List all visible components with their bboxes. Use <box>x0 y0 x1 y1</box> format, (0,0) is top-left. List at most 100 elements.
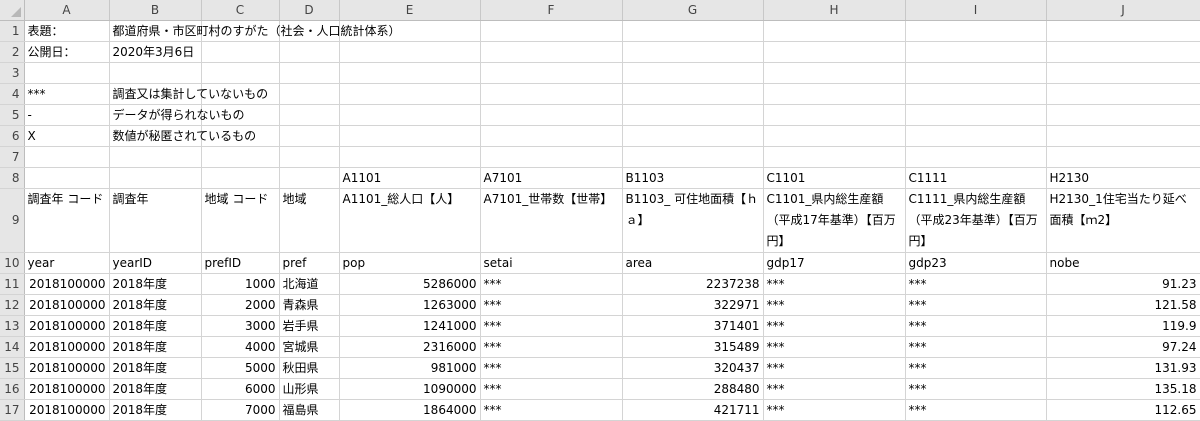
cell-d8[interactable] <box>279 167 340 189</box>
row-header[interactable]: 2 <box>0 41 25 63</box>
cell-b1[interactable]: 都道府県・市区町村のすがた（社会・人口統計体系） <box>109 20 401 42</box>
cell-h8[interactable]: C1101 <box>763 167 906 189</box>
cell-g3[interactable] <box>622 62 764 84</box>
cell-a10[interactable]: year <box>24 252 110 274</box>
cell-i4[interactable] <box>905 83 1047 105</box>
cell-c13[interactable]: 3000 <box>201 315 280 337</box>
cell-e11[interactable]: 5286000 <box>339 273 481 295</box>
row-header[interactable]: 10 <box>0 252 25 274</box>
cell-d15[interactable]: 秋田県 <box>279 357 340 379</box>
cell-d17[interactable]: 福島県 <box>279 399 340 421</box>
cell-g2[interactable] <box>622 41 764 63</box>
cell-g4[interactable] <box>622 83 764 105</box>
cell-j5[interactable] <box>1046 104 1200 126</box>
cell-c11[interactable]: 1000 <box>201 273 280 295</box>
cell-a8[interactable] <box>24 167 110 189</box>
cell-d13[interactable]: 岩手県 <box>279 315 340 337</box>
cell-h3[interactable] <box>763 62 906 84</box>
row-header[interactable]: 7 <box>0 146 25 168</box>
cell-e3[interactable] <box>339 62 481 84</box>
cell-e13[interactable]: 1241000 <box>339 315 481 337</box>
cell-j11[interactable]: 91.23 <box>1046 273 1200 295</box>
cell-g10[interactable]: area <box>622 252 764 274</box>
cell-a14[interactable]: 2018100000 <box>24 336 110 358</box>
cell-f6[interactable] <box>480 125 623 147</box>
cell-a4[interactable]: *** <box>24 83 110 105</box>
cell-f7[interactable] <box>480 146 623 168</box>
cell-f10[interactable]: setai <box>480 252 623 274</box>
cell-f2[interactable] <box>480 41 623 63</box>
column-header-g[interactable]: G <box>622 0 764 21</box>
column-header-c[interactable]: C <box>201 0 280 21</box>
cell-d14[interactable]: 宮城県 <box>279 336 340 358</box>
cell-f16[interactable]: *** <box>480 378 623 400</box>
cell-f5[interactable] <box>480 104 623 126</box>
cell-b3[interactable] <box>109 62 202 84</box>
cell-e6[interactable] <box>339 125 481 147</box>
column-header-j[interactable]: J <box>1046 0 1200 21</box>
cell-c3[interactable] <box>201 62 280 84</box>
cell-a7[interactable] <box>24 146 110 168</box>
cell-a16[interactable]: 2018100000 <box>24 378 110 400</box>
cell-d11[interactable]: 北海道 <box>279 273 340 295</box>
cell-c8[interactable] <box>201 167 280 189</box>
cell-c9[interactable]: 地域 コード <box>201 188 280 253</box>
cell-j16[interactable]: 135.18 <box>1046 378 1200 400</box>
cell-b11[interactable]: 2018年度 <box>109 273 202 295</box>
cell-j14[interactable]: 97.24 <box>1046 336 1200 358</box>
cell-b16[interactable]: 2018年度 <box>109 378 202 400</box>
cell-c14[interactable]: 4000 <box>201 336 280 358</box>
cell-j9[interactable]: H2130_1住宅当たり延べ面積【ｍ2】 <box>1046 188 1200 253</box>
row-header[interactable]: 5 <box>0 104 25 126</box>
cell-g9[interactable]: B1103_ 可住地面積【ｈａ】 <box>622 188 764 253</box>
column-header-b[interactable]: B <box>109 0 202 21</box>
column-header-h[interactable]: H <box>763 0 906 21</box>
cell-h14[interactable]: *** <box>763 336 906 358</box>
cell-g8[interactable]: B1103 <box>622 167 764 189</box>
cell-j12[interactable]: 121.58 <box>1046 294 1200 316</box>
column-header-d[interactable]: D <box>279 0 340 21</box>
cell-d16[interactable]: 山形県 <box>279 378 340 400</box>
cell-d5[interactable] <box>279 104 340 126</box>
cell-d4[interactable] <box>279 83 340 105</box>
cell-g11[interactable]: 2237238 <box>622 273 764 295</box>
cell-d3[interactable] <box>279 62 340 84</box>
column-header-a[interactable]: A <box>24 0 110 21</box>
cell-a12[interactable]: 2018100000 <box>24 294 110 316</box>
row-header[interactable]: 6 <box>0 125 25 147</box>
cell-a17[interactable]: 2018100000 <box>24 399 110 421</box>
cell-f4[interactable] <box>480 83 623 105</box>
cell-a15[interactable]: 2018100000 <box>24 357 110 379</box>
cell-b9[interactable]: 調査年 <box>109 188 202 253</box>
cell-d10[interactable]: pref <box>279 252 340 274</box>
cell-d12[interactable]: 青森県 <box>279 294 340 316</box>
cell-a2[interactable]: 公開日： <box>24 41 110 63</box>
cell-e4[interactable] <box>339 83 481 105</box>
cell-f15[interactable]: *** <box>480 357 623 379</box>
cell-i11[interactable]: *** <box>905 273 1047 295</box>
cell-e2[interactable] <box>339 41 481 63</box>
cell-f9[interactable]: A7101_世帯数【世帯】 <box>480 188 623 253</box>
cell-i15[interactable]: *** <box>905 357 1047 379</box>
cell-h2[interactable] <box>763 41 906 63</box>
cell-h13[interactable]: *** <box>763 315 906 337</box>
cell-i3[interactable] <box>905 62 1047 84</box>
cell-h9[interactable]: C1101_県内総生産額（平成17年基準）【百万円】 <box>763 188 906 253</box>
cell-j4[interactable] <box>1046 83 1200 105</box>
cell-b10[interactable]: yearID <box>109 252 202 274</box>
cell-g5[interactable] <box>622 104 764 126</box>
cell-f17[interactable]: *** <box>480 399 623 421</box>
row-header[interactable]: 12 <box>0 294 25 316</box>
cell-e14[interactable]: 2316000 <box>339 336 481 358</box>
cell-h6[interactable] <box>763 125 906 147</box>
cell-g14[interactable]: 315489 <box>622 336 764 358</box>
cell-h12[interactable]: *** <box>763 294 906 316</box>
cell-j7[interactable] <box>1046 146 1200 168</box>
cell-e7[interactable] <box>339 146 481 168</box>
cell-f14[interactable]: *** <box>480 336 623 358</box>
cell-b5[interactable]: データが得られないもの <box>109 104 245 126</box>
cell-b2[interactable]: 2020年3月6日 <box>109 41 202 63</box>
cell-b6[interactable]: 数値が秘匿されているもの <box>109 125 256 147</box>
cell-c10[interactable]: prefID <box>201 252 280 274</box>
cell-h10[interactable]: gdp17 <box>763 252 906 274</box>
